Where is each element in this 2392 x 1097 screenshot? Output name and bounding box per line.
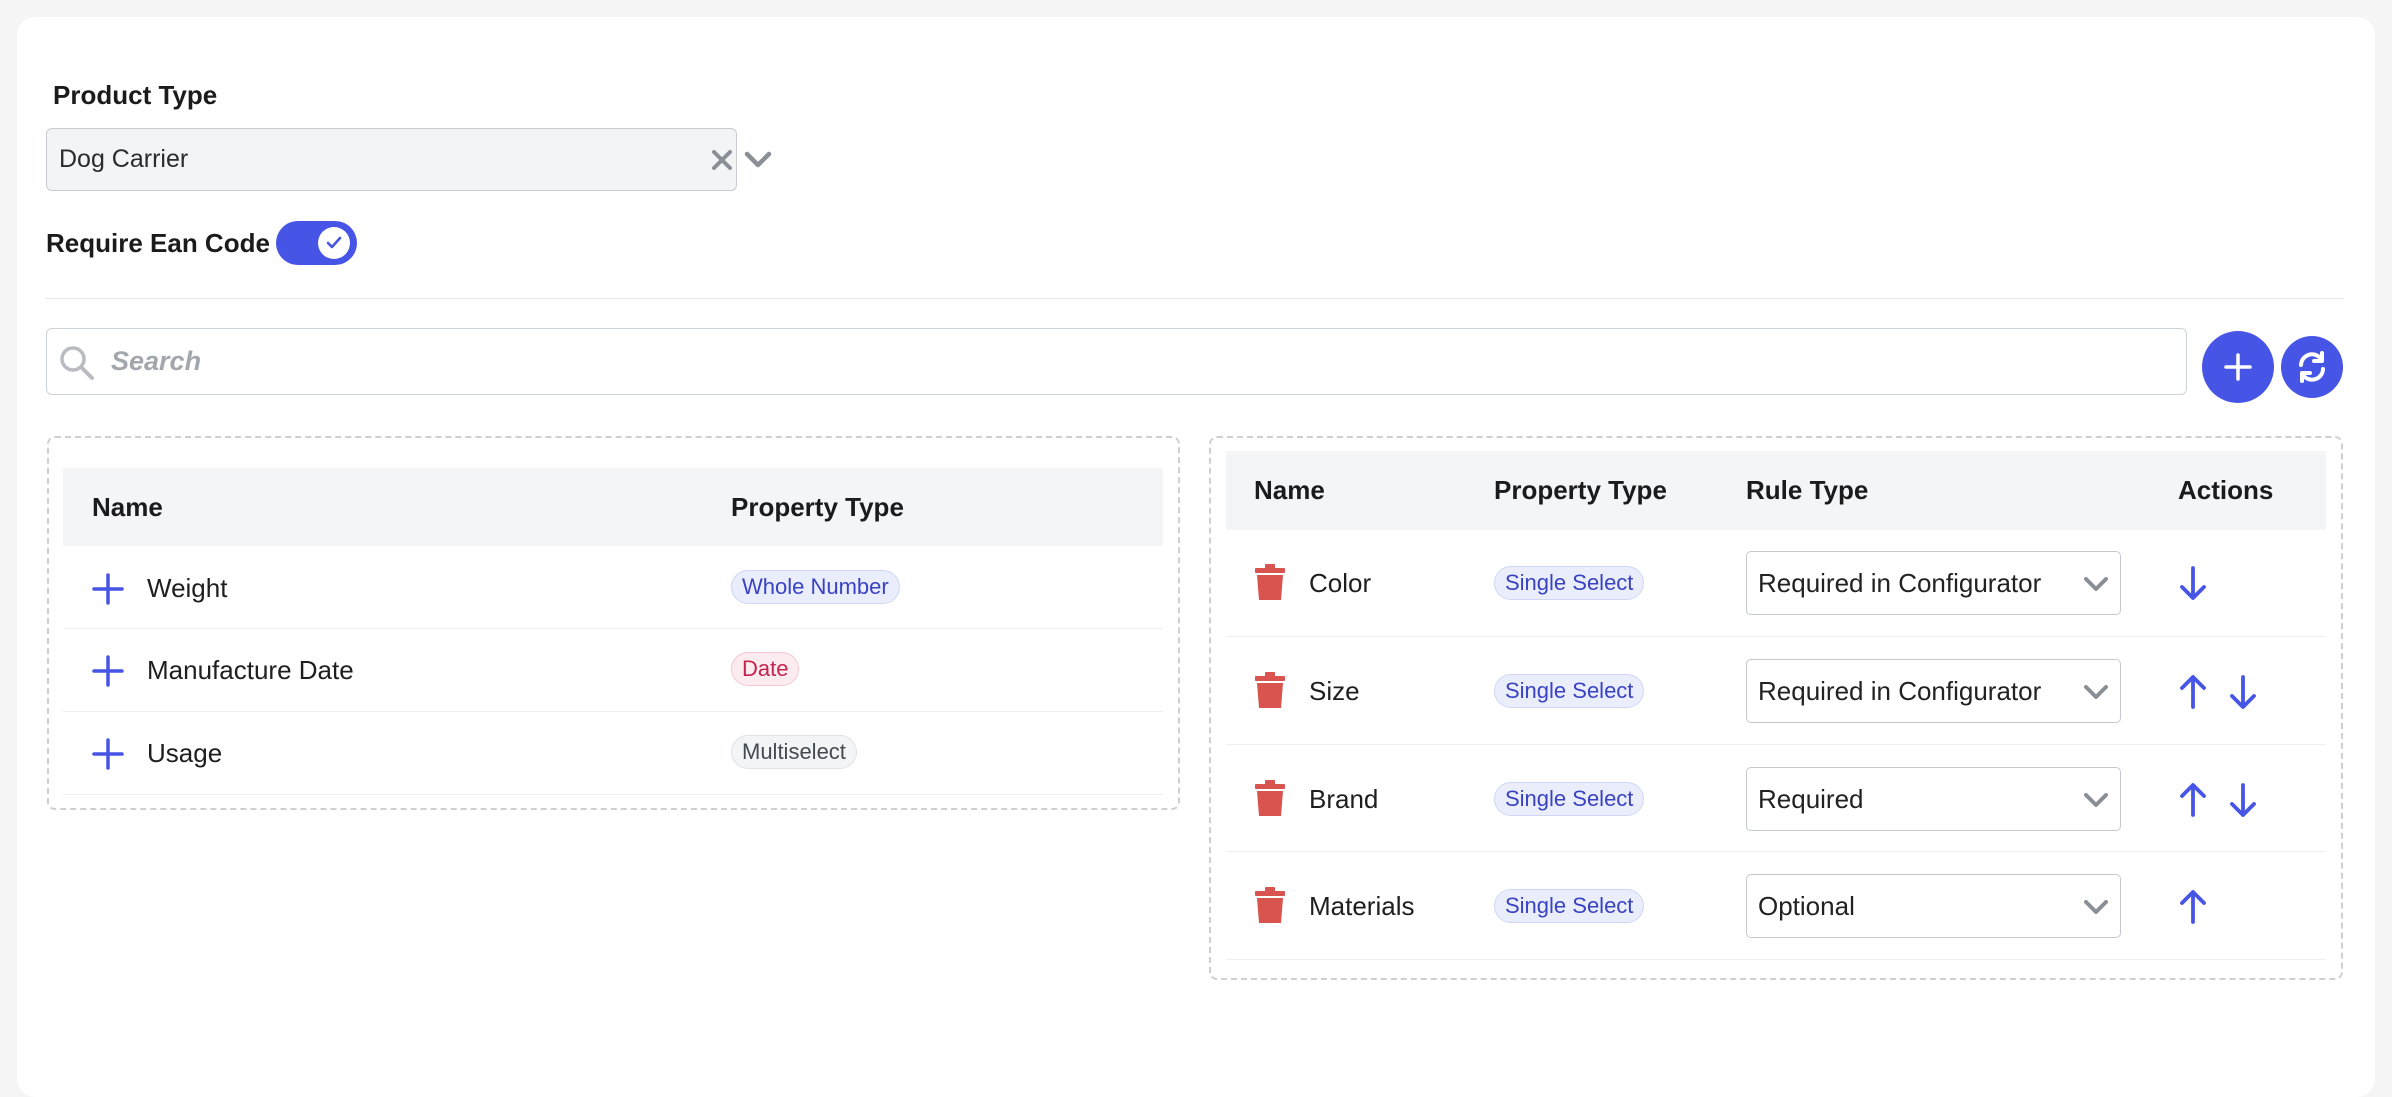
clear-icon[interactable] <box>709 147 735 173</box>
trash-icon[interactable] <box>1254 563 1286 601</box>
property-type-badge: Single Select <box>1494 566 1645 600</box>
header-property-type: Property Type <box>1494 475 1667 505</box>
property-name: Weight <box>147 573 228 603</box>
table-row: Color Single Select Required in Configur… <box>1226 530 2326 637</box>
product-type-label: Product Type <box>53 80 218 110</box>
assigned-table-header: Name Property Type Rule Type Actions <box>1226 451 2326 530</box>
trash-icon[interactable] <box>1254 779 1286 817</box>
header-property-type: Property Type <box>731 492 904 522</box>
rule-type-value: Required in Configurator <box>1758 676 2042 706</box>
table-row: Size Single Select Required in Configura… <box>1226 637 2326 745</box>
arrow-down-icon[interactable] <box>2228 783 2258 819</box>
toggle-knob <box>318 227 350 259</box>
header-actions: Actions <box>2178 475 2274 505</box>
table-row: Weight Whole Number <box>63 546 1163 629</box>
require-ean-toggle[interactable] <box>276 221 357 265</box>
add-icon[interactable] <box>92 655 124 687</box>
rule-type-select[interactable]: Required in Configurator <box>1746 659 2121 723</box>
rule-type-value: Required <box>1758 784 1864 814</box>
trash-icon[interactable] <box>1254 886 1286 924</box>
property-type-badge: Multiselect <box>731 735 857 769</box>
section-divider <box>46 298 2344 299</box>
property-type-badge: Date <box>731 652 800 686</box>
rule-type-select[interactable]: Required <box>1746 767 2121 831</box>
available-properties-panel: Name Property Type Weight Whole Number M… <box>47 436 1180 810</box>
property-name: Color <box>1309 568 1372 598</box>
table-row: Materials Single Select Optional <box>1226 852 2326 960</box>
property-type-badge: Whole Number <box>731 570 900 604</box>
table-row: Brand Single Select Required <box>1226 745 2326 852</box>
arrow-up-icon[interactable] <box>2178 673 2208 709</box>
rule-type-select[interactable]: Required in Configurator <box>1746 551 2121 615</box>
property-name: Materials <box>1309 891 1415 921</box>
sync-button[interactable] <box>2281 336 2343 398</box>
product-type-value: Dog Carrier <box>59 145 189 173</box>
arrow-down-icon[interactable] <box>2228 675 2258 711</box>
arrow-up-icon[interactable] <box>2178 888 2208 924</box>
add-icon[interactable] <box>92 573 124 605</box>
table-row: Usage Multiselect <box>63 712 1163 795</box>
require-ean-label: Require Ean Code <box>46 228 270 258</box>
rule-type-select[interactable]: Optional <box>1746 874 2121 938</box>
chevron-down-icon <box>2084 577 2108 591</box>
search-icon <box>59 345 95 386</box>
chevron-down-icon <box>2084 793 2108 807</box>
assigned-properties-panel: Name Property Type Rule Type Actions Col… <box>1209 436 2343 980</box>
search-input[interactable] <box>111 339 2151 383</box>
plus-icon <box>2224 353 2252 381</box>
rule-type-value: Optional <box>1758 891 1855 921</box>
property-name: Size <box>1309 676 1360 706</box>
property-name: Brand <box>1309 784 1379 814</box>
available-table-header: Name Property Type <box>63 468 1163 546</box>
sync-icon <box>2299 351 2325 383</box>
chevron-down-icon <box>2084 900 2108 914</box>
trash-icon[interactable] <box>1254 671 1286 709</box>
product-type-select[interactable]: Dog Carrier <box>46 128 772 191</box>
chevron-down-icon[interactable] <box>744 148 772 172</box>
arrow-down-icon[interactable] <box>2178 566 2208 602</box>
property-type-badge: Single Select <box>1494 674 1645 708</box>
header-name: Name <box>1254 475 1325 505</box>
property-type-badge: Single Select <box>1494 889 1645 923</box>
property-name: Manufacture Date <box>147 655 354 685</box>
search-field[interactable] <box>46 328 2187 395</box>
property-name: Usage <box>147 738 223 768</box>
arrow-up-icon[interactable] <box>2178 781 2208 817</box>
table-row: Manufacture Date Date <box>63 629 1163 712</box>
header-rule-type: Rule Type <box>1746 475 1869 505</box>
add-property-button[interactable] <box>2202 331 2274 403</box>
rule-type-value: Required in Configurator <box>1758 568 2042 598</box>
chevron-down-icon <box>2084 685 2108 699</box>
add-icon[interactable] <box>92 738 124 770</box>
header-name: Name <box>92 492 163 522</box>
property-type-badge: Single Select <box>1494 782 1645 816</box>
